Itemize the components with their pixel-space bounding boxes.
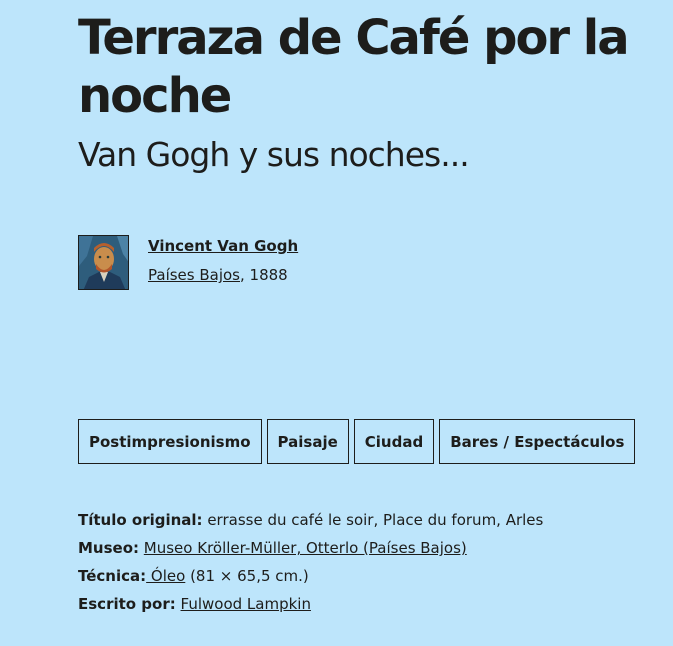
tag-ciudad[interactable]: Ciudad [353,419,435,464]
year-text: , 1888 [240,266,288,284]
technique-link[interactable]: Óleo [146,567,185,585]
original-title-value: errasse du café le soir, Place du forum,… [202,511,544,529]
museum-label: Museo: [78,539,140,557]
page-title: Terraza de Café por la noche [78,10,630,124]
technique-row: Técnica: Óleo (81 × 65,5 cm.) [78,562,543,590]
artist-portrait-icon[interactable] [78,235,129,290]
original-title-row: Título original: errasse du café le soir… [78,506,543,534]
museum-row: Museo: Museo Kröller-Müller, Otterlo (Pa… [78,534,543,562]
technique-label: Técnica: [78,567,147,585]
author-label: Escrito por: [78,595,176,613]
museum-link[interactable]: Museo Kröller-Müller, Otterlo (Países Ba… [144,539,467,557]
country-link[interactable]: Países Bajos [148,266,240,284]
tag-paisaje[interactable]: Paisaje [266,419,349,464]
artwork-details: Título original: errasse du café le soir… [78,506,543,618]
tag-bares-espectaculos[interactable]: Bares / Espectáculos [439,419,636,464]
artist-block: Vincent Van Gogh Países Bajos, 1888 [78,235,298,290]
author-link[interactable]: Fulwood Lampkin [181,595,311,613]
page-subtitle: Van Gogh y sus noches... [78,135,470,174]
technique-dimensions: (81 × 65,5 cm.) [185,567,309,585]
tag-postimpresionismo[interactable]: Postimpresionismo [78,419,262,464]
artist-origin: Países Bajos, 1888 [148,265,298,285]
author-row: Escrito por: Fulwood Lampkin [78,590,543,618]
artist-name-link[interactable]: Vincent Van Gogh [148,236,298,256]
tag-list: Postimpresionismo Paisaje Ciudad Bares /… [78,419,636,464]
original-title-label: Título original: [78,511,203,529]
